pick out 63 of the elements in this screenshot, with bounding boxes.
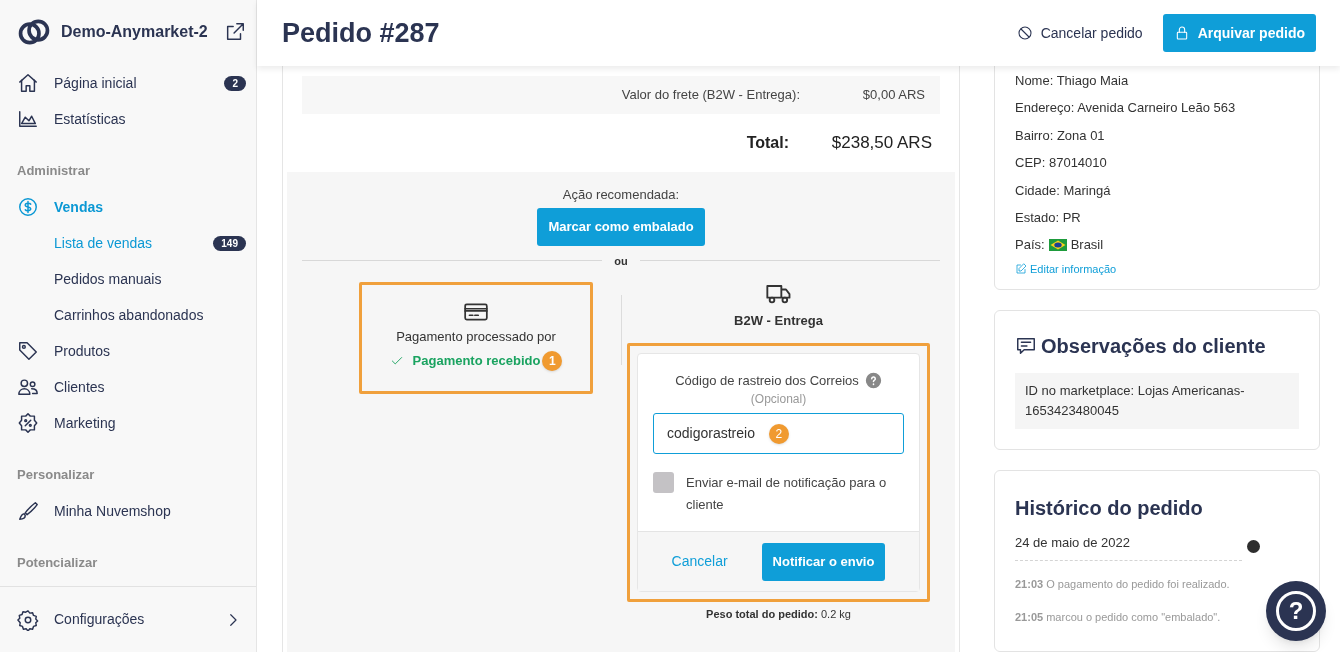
country-name: Brasil — [1070, 236, 1104, 255]
settings-item[interactable]: Configurações — [17, 608, 242, 631]
nav-item[interactable]: Estatísticas — [0, 101, 256, 137]
customer-note: ID no marketplace: Lojas Americanas-1653423480045 — [1015, 373, 1299, 430]
store-name: Demo-Anymarket-2 — [61, 22, 209, 42]
flag-icon — [1048, 239, 1067, 252]
step-marker: 1 — [542, 350, 563, 371]
chart-icon — [17, 108, 39, 130]
optional-label: (Opcional) — [749, 391, 808, 408]
carrier-name: B2W - Entrega — [734, 312, 823, 330]
help-icon — [864, 371, 882, 389]
tracking-input[interactable]: codigorastreio 2 — [653, 413, 904, 454]
count-badge: 149 — [213, 235, 246, 251]
section-label: Potencializar — [16, 554, 99, 573]
users-icon — [17, 376, 39, 398]
external-link-icon — [224, 21, 246, 43]
total-value: $238,50 ARS — [830, 132, 933, 155]
tag-icon — [17, 340, 39, 362]
total-label: Total: — [746, 133, 789, 153]
nav-item[interactable]: Pedidos manuais — [0, 261, 256, 297]
nav-item[interactable]: Clientes — [0, 369, 256, 405]
section-label: Personalizar — [16, 466, 96, 485]
payment-label: Pagamento processado por — [396, 328, 556, 346]
nav-item[interactable]: Lista de vendas 149 — [0, 225, 256, 261]
help-button[interactable]: ? — [1266, 581, 1326, 641]
home-icon — [17, 72, 39, 94]
brush-icon — [17, 500, 39, 522]
recommended-label: Ação recomendada: — [562, 186, 680, 204]
edit-icon — [1015, 263, 1027, 275]
nav-item[interactable]: Minha Nuvemshop — [0, 493, 256, 529]
summary-label: Valor do frete (B2W - Entrega): — [621, 86, 800, 105]
nav-item[interactable]: Página inicial 2 — [0, 65, 256, 101]
gear-icon — [17, 608, 39, 631]
history-event: 21:05 marcou o pedido como "embalado". — [1015, 609, 1222, 625]
nav-item[interactable]: Produtos — [0, 333, 256, 369]
dollar-icon — [17, 196, 39, 218]
summary-value: $0,00 ARS — [861, 86, 926, 105]
payment-status: Pagamento recebido — [412, 351, 541, 370]
nav-item[interactable]: Marketing — [0, 405, 256, 441]
step-marker: 2 — [768, 423, 789, 444]
notify-checkbox[interactable] — [653, 472, 674, 493]
field-label: Código de rastreio dos Correios — [675, 371, 859, 390]
customer-detail: Bairro: Zona 01 — [1015, 126, 1106, 145]
customer-detail: Endereço: Avenida Carneiro Leão 563 — [1015, 99, 1237, 118]
customer-detail: Estado: PR — [1015, 208, 1082, 227]
card-title: Observações do cliente — [1041, 334, 1266, 360]
section-label: Administrar — [16, 162, 91, 181]
customer-detail: Cidade: Maringá — [1015, 181, 1112, 200]
country-label: País: — [1015, 236, 1045, 255]
history-date: 24 de maio de 2022 — [1015, 533, 1242, 561]
order-weight: Peso total do pedido: 0.2 kg — [706, 607, 851, 622]
percent-badge-icon — [17, 412, 39, 434]
customer-detail: CEP: 87014010 — [1015, 154, 1108, 173]
nav-item[interactable]: Carrinhos abandonados — [0, 297, 256, 333]
card-title: Histórico do pedido — [1015, 496, 1204, 522]
or-label: ou — [614, 253, 628, 269]
cancel-order-button[interactable]: Cancelar pedido — [1016, 22, 1143, 44]
page-title: Pedido #287 — [282, 16, 440, 50]
customer-detail: Nome: Thiago Maia — [1015, 72, 1130, 90]
count-badge: 2 — [224, 75, 246, 91]
forbidden-icon — [1016, 25, 1033, 41]
checkbox-label: Enviar e-mail de notificação para o cliente — [686, 474, 888, 514]
history-event: 21:03 O pagamento do pedido foi realizado. — [1015, 576, 1231, 592]
